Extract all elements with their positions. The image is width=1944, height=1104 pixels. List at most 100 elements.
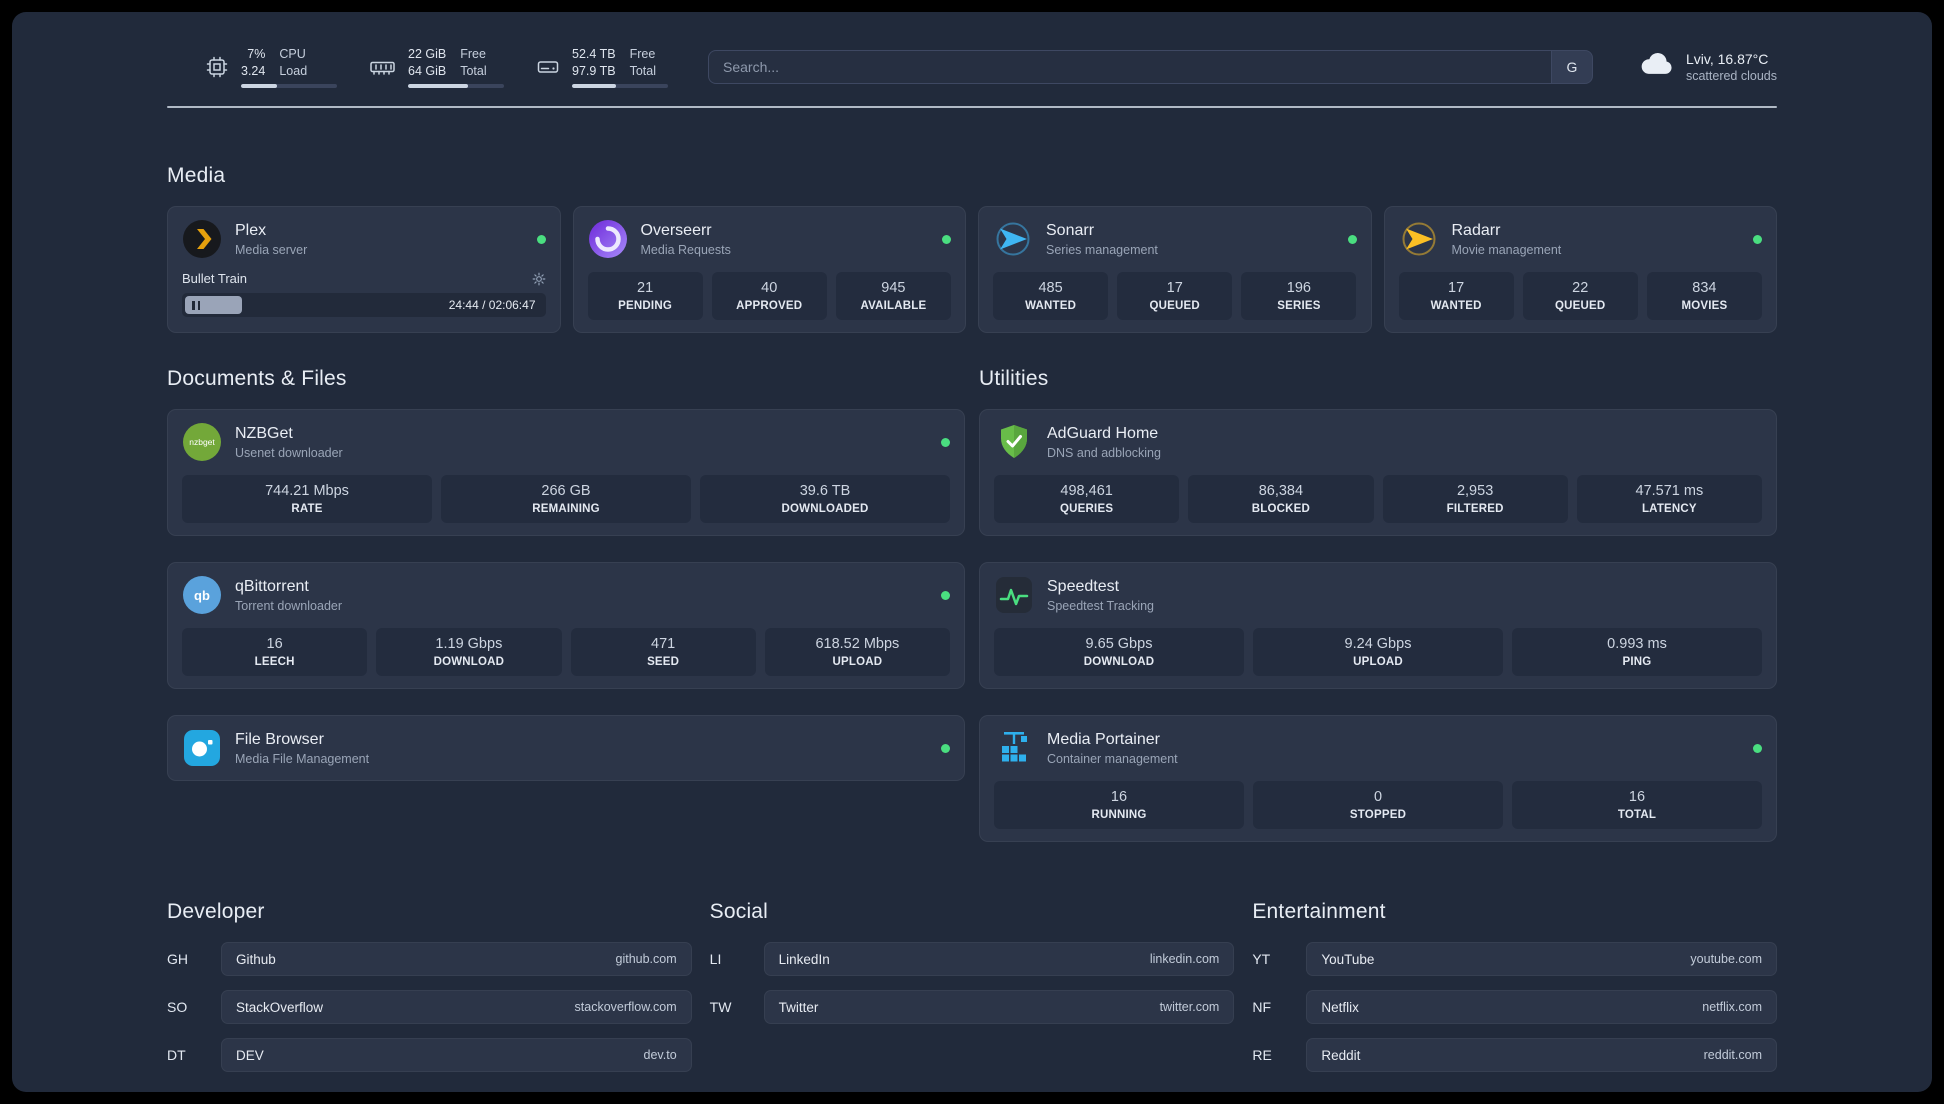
service-subtitle: Media server [235, 242, 308, 257]
section-title-media: Media [167, 164, 226, 187]
stat-box: 1.19 Gbps DOWNLOAD [376, 628, 562, 676]
stat-value: 9.24 Gbps [1344, 636, 1412, 652]
stat-box: 945 AVAILABLE [835, 272, 951, 320]
svg-text:qb: qb [194, 588, 210, 603]
bookmark-url: linkedin.com [1149, 952, 1220, 966]
section-media: Media Plex Media server Bullet Train 24:… [167, 164, 1777, 333]
stat-label: PENDING [618, 300, 672, 312]
status-dot [1753, 743, 1762, 753]
service-subtitle: DNS and adblocking [1047, 445, 1161, 460]
stat-label: UPLOAD [832, 656, 883, 668]
service-card-plex[interactable]: Plex Media server Bullet Train 24:44 / 0… [167, 206, 561, 333]
stat-value: 16 [1110, 789, 1128, 805]
stat-label: LEECH [254, 656, 295, 668]
stat-value: 196 [1286, 280, 1311, 296]
bookmark-group-developer: Developer GH Github github.com SO StackO… [167, 900, 692, 1072]
service-card-filebrowser[interactable]: File Browser Media File Management [167, 715, 965, 781]
cpu-loadavg-value: 3.24 [241, 63, 266, 78]
service-card-portainer[interactable]: Media Portainer Container management 16 … [979, 715, 1777, 842]
stat-label: SEED [647, 656, 680, 668]
bookmark-link-twitter[interactable]: Twitter twitter.com [763, 990, 1235, 1024]
bookmark-row: RE Reddit reddit.com [1252, 1038, 1777, 1072]
cpu-label-top: CPU [279, 47, 306, 62]
service-card-speedtest[interactable]: Speedtest Speedtest Tracking 9.65 Gbps D… [979, 562, 1777, 689]
stat-value: 39.6 TB [799, 483, 851, 499]
gear-icon[interactable] [532, 272, 546, 286]
plex-now-playing: Bullet Train 24:44 / 02:06:47 [182, 271, 546, 317]
bookmark-link-netflix[interactable]: Netflix netflix.com [1306, 990, 1777, 1024]
bookmark-name: Twitter [778, 999, 819, 1015]
bookmark-url: github.com [615, 952, 677, 966]
stat-label: LATENCY [1641, 503, 1697, 515]
bookmark-abbr: DT [167, 1047, 186, 1063]
status-dot [942, 234, 951, 244]
service-card-sonarr[interactable]: Sonarr Series management 485 WANTED 17 Q… [978, 206, 1372, 333]
cpu-label-bottom: Load [279, 63, 308, 78]
bookmark-url: netflix.com [1702, 1000, 1762, 1014]
search-input[interactable] [708, 50, 1551, 84]
speedtest-stats: 9.65 Gbps DOWNLOAD 9.24 Gbps UPLOAD 0.99… [994, 628, 1762, 676]
status-dot [536, 234, 546, 244]
bookmark-abbr: RE [1252, 1047, 1272, 1063]
service-card-overseerr[interactable]: Overseerr Media Requests 21 PENDING 40 A… [572, 206, 966, 333]
stat-value: 471 [651, 636, 676, 652]
bookmark-abbr: LI [709, 951, 722, 967]
search-provider-button[interactable]: G [1550, 50, 1593, 84]
bookmark-link-youtube[interactable]: YouTube youtube.com [1306, 942, 1777, 976]
bookmark-row: YT YouTube youtube.com [1252, 942, 1777, 976]
stat-box: 2,953 FILTERED [1382, 475, 1568, 523]
playback-progress-bar[interactable]: 24:44 / 02:06:47 [182, 293, 546, 317]
service-card-nzbget[interactable]: nzbget NZBGet Usenet downloader 744.21 M… [167, 409, 965, 536]
qbittorrent-icon: qb [182, 575, 222, 615]
stat-box: 22 QUEUED [1522, 272, 1638, 320]
bookmark-link-reddit[interactable]: Reddit reddit.com [1306, 1038, 1777, 1072]
service-name: Radarr [1451, 221, 1501, 239]
bookmark-url: stackoverflow.com [574, 1000, 677, 1014]
radarr-icon [1399, 219, 1439, 259]
bookmark-row: LI LinkedIn linkedin.com [710, 942, 1235, 976]
stat-label: TOTAL [1617, 809, 1657, 821]
bookmark-name: LinkedIn [778, 951, 830, 967]
sonarr-icon [993, 219, 1033, 259]
bookmark-row: SO StackOverflow stackoverflow.com [167, 990, 692, 1024]
stat-box: 834 MOVIES [1646, 272, 1762, 320]
service-card-adguard[interactable]: AdGuard Home DNS and adblocking 498,461 … [979, 409, 1777, 536]
topbar: 7% 3.24 CPU Load 22 GiB 64 GiB Free Tota… [167, 38, 1777, 96]
bookmark-link-stackoverflow[interactable]: StackOverflow stackoverflow.com [221, 990, 692, 1024]
service-card-radarr[interactable]: Radarr Movie management 17 WANTED 22 QUE… [1383, 206, 1777, 333]
stat-box: 9.24 Gbps UPLOAD [1253, 628, 1503, 676]
stat-label: RATE [291, 503, 323, 515]
radarr-stats: 17 WANTED 22 QUEUED 834 MOVIES [1398, 272, 1763, 320]
pause-icon[interactable] [185, 296, 243, 314]
bookmark-link-github[interactable]: Github github.com [221, 942, 692, 976]
stat-label: FILTERED [1446, 503, 1504, 515]
stat-label: WANTED [1430, 300, 1482, 312]
disk-monitor: 52.4 TB 97.9 TB Free Total [536, 46, 668, 88]
stat-label: WANTED [1025, 300, 1077, 312]
service-name: qBittorrent [235, 577, 309, 595]
bookmark-abbr: GH [167, 951, 188, 967]
service-card-qbittorrent[interactable]: qb qBittorrent Torrent downloader 16 LEE… [167, 562, 965, 689]
stat-box: 0.993 ms PING [1512, 628, 1762, 676]
stat-value: 16 [1628, 789, 1646, 805]
memory-monitor: 22 GiB 64 GiB Free Total [369, 46, 504, 88]
stat-value: 0.993 ms [1607, 636, 1667, 652]
stat-box: 47.571 ms LATENCY [1576, 475, 1762, 523]
bookmark-link-dev[interactable]: DEV dev.to [221, 1038, 692, 1072]
bookmark-row: TW Twitter twitter.com [710, 990, 1235, 1024]
stat-box: 39.6 TB DOWNLOADED [700, 475, 950, 523]
bookmark-link-linkedin[interactable]: LinkedIn linkedin.com [763, 942, 1235, 976]
stat-value: 834 [1692, 280, 1717, 296]
stat-value: 86,384 [1258, 483, 1304, 499]
nzbget-stats: 744.21 Mbps RATE 266 GB REMAINING 39.6 T… [182, 475, 950, 523]
stat-label: SERIES [1277, 300, 1321, 312]
disk-usage-bar [572, 83, 668, 88]
stat-value: 618.52 Mbps [815, 636, 900, 652]
section-title-entertainment: Entertainment [1252, 900, 1386, 923]
section-title-utilities: Utilities [979, 367, 1049, 390]
bookmark-url: dev.to [643, 1048, 677, 1062]
service-name: Sonarr [1046, 221, 1095, 239]
adguard-stats: 498,461 QUERIES 86,384 BLOCKED 2,953 FIL… [994, 475, 1762, 523]
weather-condition: scattered clouds [1685, 69, 1777, 83]
ram-icon [369, 55, 396, 79]
